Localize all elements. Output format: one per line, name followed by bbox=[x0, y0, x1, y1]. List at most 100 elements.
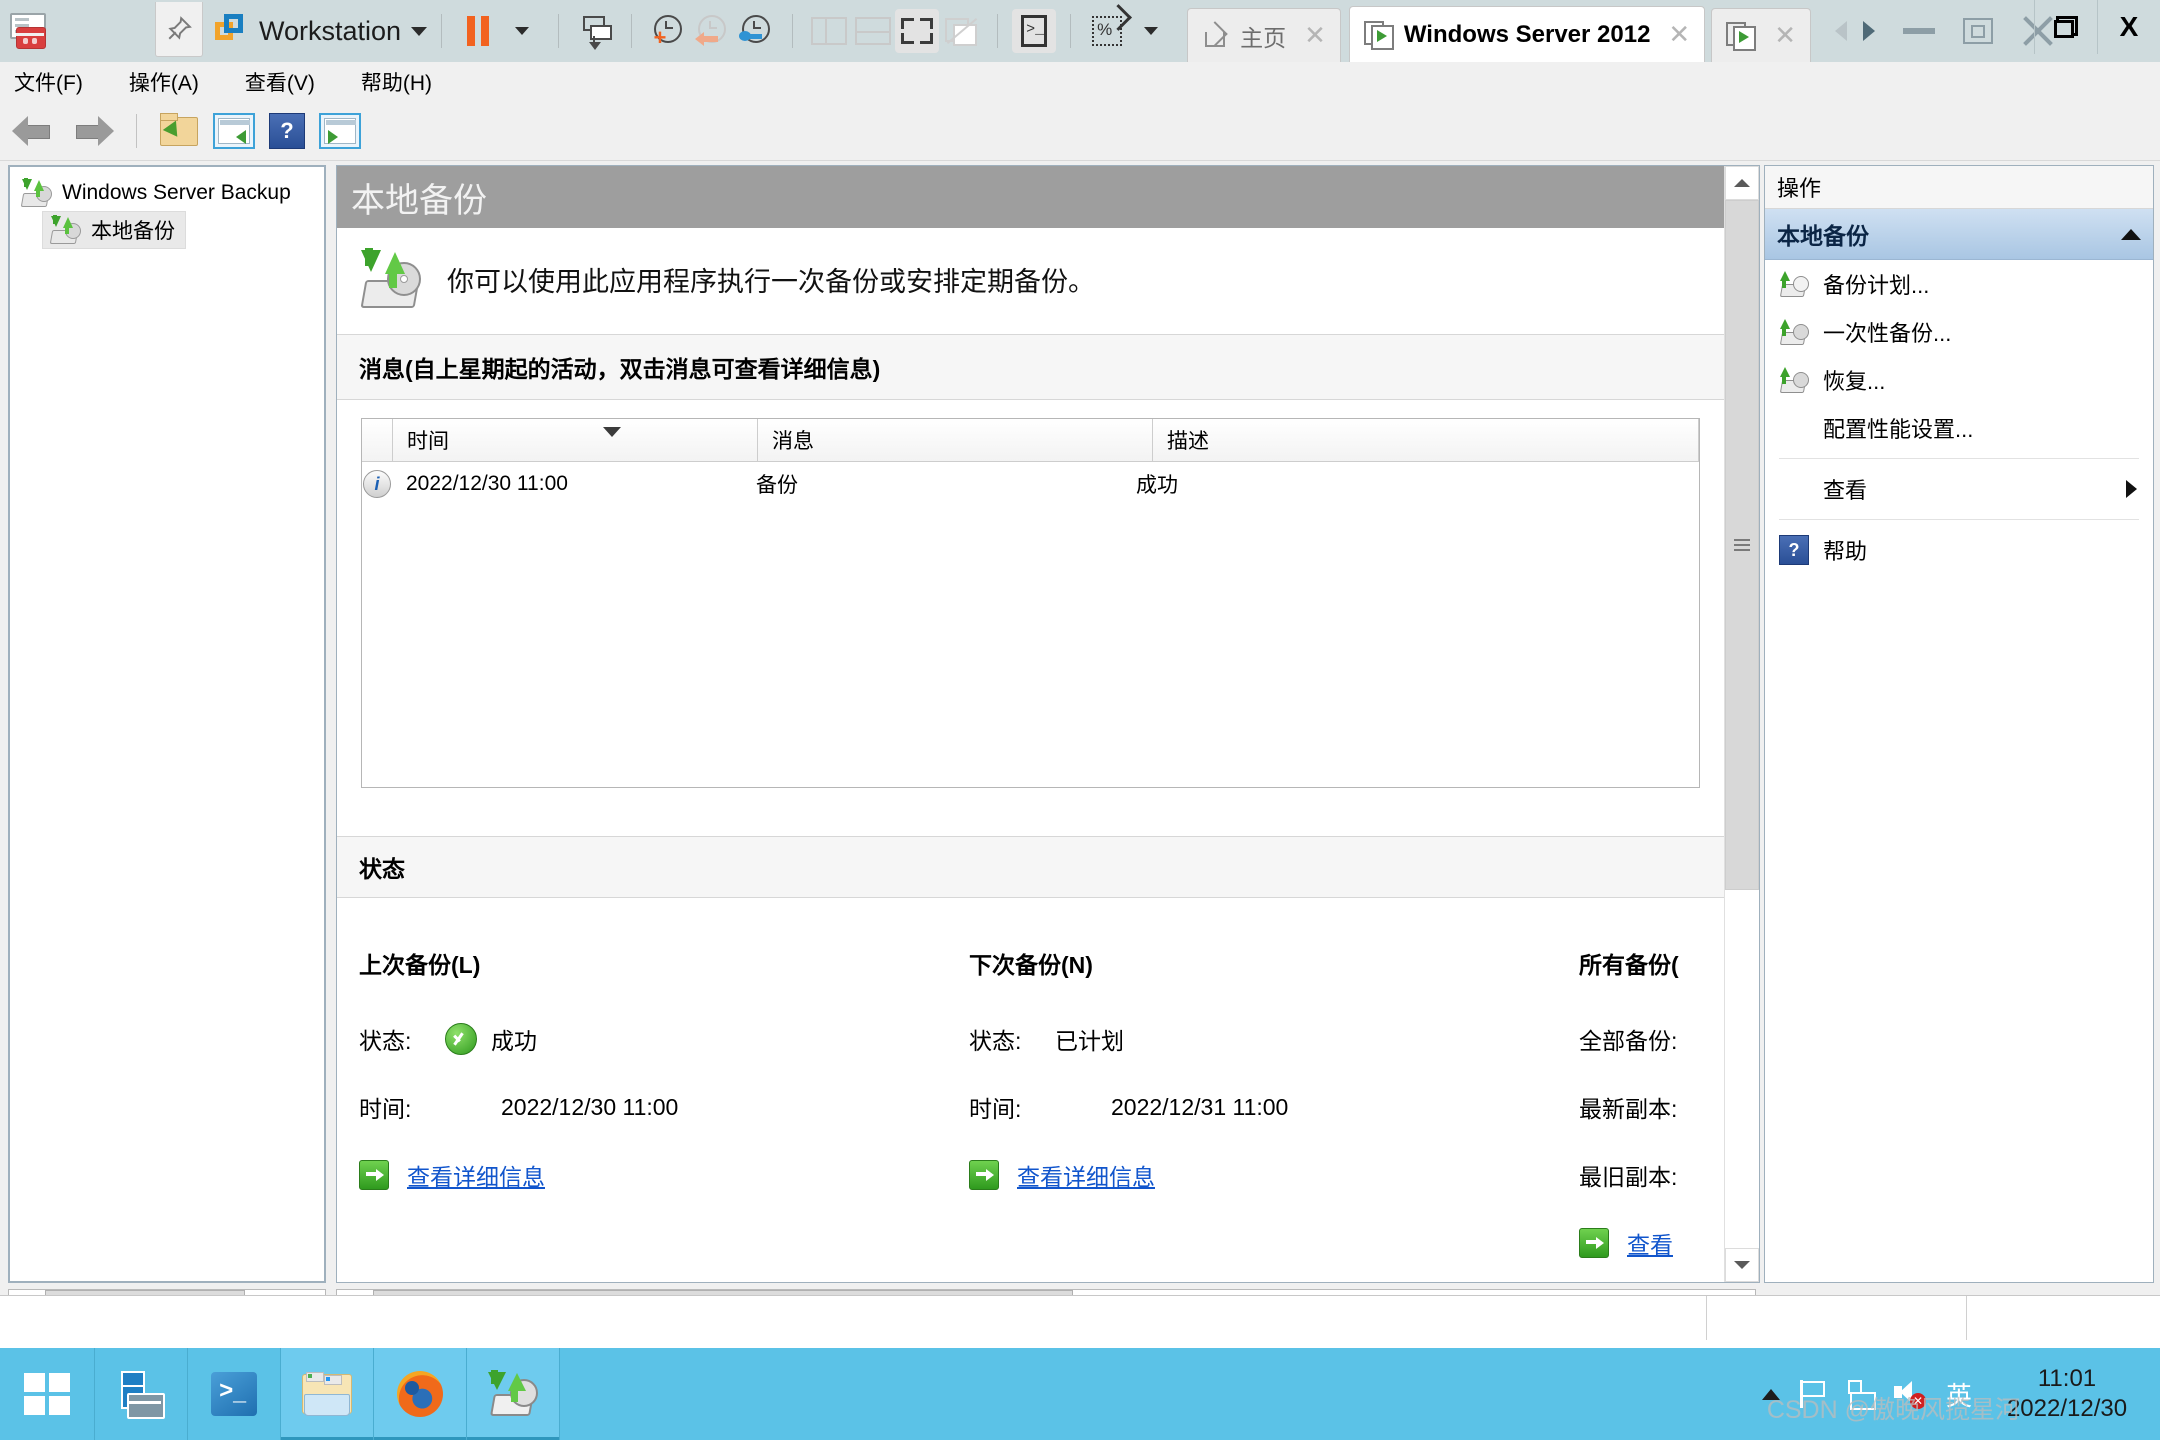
unity-mode-icon[interactable] bbox=[939, 9, 983, 53]
sort-descending-icon bbox=[603, 427, 621, 437]
action-backup-schedule[interactable]: 备份计划... bbox=[1765, 260, 2153, 308]
nav-back-icon[interactable] bbox=[1835, 21, 1848, 41]
action-backup-once[interactable]: 一次性备份... bbox=[1765, 308, 2153, 356]
show-folder-icon[interactable] bbox=[159, 113, 199, 149]
chevron-up-icon[interactable] bbox=[1725, 166, 1759, 200]
local-backup-view: 本地备份 你可以使用此应用程序执行一次备份或安排定期备份。 消息(自上星期起的活… bbox=[336, 165, 1760, 1283]
windows-start-icon[interactable] bbox=[0, 1348, 95, 1440]
stretch-guest-icon[interactable] bbox=[1085, 9, 1129, 53]
action-view[interactable]: 查看 bbox=[1765, 465, 2153, 513]
column-header-icon[interactable] bbox=[362, 419, 393, 461]
view-details-link-row[interactable]: 查看 bbox=[1579, 1226, 1724, 1260]
chevron-down-icon[interactable] bbox=[411, 26, 428, 36]
view-details-link[interactable]: 查看 bbox=[1627, 1226, 1673, 1260]
oldest-copy-label: 最旧副本: bbox=[1579, 1164, 1678, 1190]
console-icon[interactable] bbox=[1012, 9, 1057, 53]
guest-close-button[interactable]: X bbox=[2097, 0, 2160, 54]
vmware-titlebar: Workstation + 主页 ✕ bbox=[0, 0, 2160, 63]
chevron-up-icon[interactable] bbox=[2121, 228, 2141, 240]
time-row: 时间: 2022/12/30 11:00 bbox=[359, 1090, 969, 1124]
divider bbox=[792, 14, 794, 48]
nav-forward-icon[interactable] bbox=[1863, 21, 1876, 41]
action-help[interactable]: ? 帮助 bbox=[1765, 526, 2153, 574]
stretch-dropdown-icon[interactable] bbox=[1129, 9, 1173, 53]
back-arrow-icon[interactable] bbox=[12, 115, 56, 147]
column-title: 下次备份(N) bbox=[969, 952, 1093, 978]
tab-extra-vm[interactable]: ✕ bbox=[1711, 7, 1812, 63]
actions-group-label: 本地备份 bbox=[1777, 223, 1869, 249]
view-details-link-row[interactable]: 查看详细信息 bbox=[969, 1158, 1579, 1192]
view-details-link[interactable]: 查看详细信息 bbox=[1017, 1158, 1155, 1192]
close-icon[interactable]: ✕ bbox=[1668, 19, 1690, 50]
pause-vm-icon[interactable] bbox=[456, 9, 500, 53]
tab-home[interactable]: 主页 ✕ bbox=[1187, 7, 1341, 63]
snapshot-manager-icon[interactable] bbox=[734, 9, 778, 53]
fullscreen-icon[interactable] bbox=[895, 9, 940, 53]
column-header-message[interactable]: 消息 bbox=[758, 419, 1153, 461]
taskbar-item-powershell[interactable] bbox=[188, 1348, 281, 1440]
restore-icon bbox=[2054, 16, 2078, 38]
restore-icon[interactable] bbox=[1963, 18, 1994, 44]
time-row: 时间: 2022/12/31 11:00 bbox=[969, 1090, 1579, 1124]
view-details-link-row[interactable]: 查看详细信息 bbox=[359, 1158, 969, 1192]
backup-once-icon bbox=[1779, 319, 1809, 345]
tree-node-local-backup[interactable]: 本地备份 bbox=[42, 211, 186, 249]
column-header-description[interactable]: 描述 bbox=[1153, 419, 1699, 461]
status-value: 已计划 bbox=[1055, 1028, 1124, 1054]
column-title: 所有备份( bbox=[1579, 952, 1679, 978]
tree-node-label: Windows Server Backup bbox=[62, 181, 291, 204]
help-icon[interactable]: ? bbox=[269, 113, 305, 149]
workstation-product-menu[interactable]: Workstation bbox=[215, 14, 428, 48]
show-action-pane-icon[interactable] bbox=[319, 113, 361, 149]
main-vertical-scrollbar[interactable] bbox=[1724, 166, 1759, 1282]
tree-node-root[interactable]: Windows Server Backup bbox=[10, 175, 324, 211]
chevron-down-icon[interactable] bbox=[1725, 1248, 1759, 1282]
status-label: 状态: bbox=[359, 1028, 412, 1054]
close-icon: X bbox=[2119, 11, 2139, 42]
pin-icon[interactable] bbox=[155, 1, 203, 57]
taskbar-item-file-explorer[interactable] bbox=[281, 1348, 374, 1440]
divider bbox=[1779, 458, 2139, 459]
forward-arrow-icon[interactable] bbox=[70, 115, 114, 147]
vm-running-icon bbox=[1363, 21, 1394, 50]
main-pane: 本地备份 你可以使用此应用程序执行一次备份或安排定期备份。 消息(自上星期起的活… bbox=[332, 161, 1760, 1340]
column-header-label: 时间 bbox=[407, 430, 449, 453]
view-details-link[interactable]: 查看详细信息 bbox=[407, 1158, 545, 1192]
column-header-time[interactable]: 时间 bbox=[393, 419, 758, 461]
table-row[interactable]: i 2022/12/30 11:00 备份 成功 bbox=[362, 462, 1699, 506]
taskbar-item-firefox[interactable] bbox=[374, 1348, 467, 1440]
pause-dropdown-icon[interactable] bbox=[500, 9, 544, 53]
menu-bar: 文件(F) 操作(A) 查看(V) 帮助(H) bbox=[0, 62, 2160, 102]
help-icon: ? bbox=[1779, 535, 1809, 565]
tab-windows-server-2012[interactable]: Windows Server 2012 ✕ bbox=[1348, 5, 1706, 63]
taskbar-item-windows-server-backup[interactable] bbox=[467, 1348, 560, 1440]
close-icon[interactable]: ✕ bbox=[1304, 20, 1326, 51]
taskbar-item-server-manager[interactable] bbox=[95, 1348, 188, 1440]
backup-icon bbox=[20, 178, 52, 207]
console-tree[interactable]: Windows Server Backup 本地备份 bbox=[8, 165, 326, 1283]
minimize-icon[interactable] bbox=[1903, 28, 1936, 34]
action-label: 配置性能设置... bbox=[1823, 417, 1974, 442]
home-icon bbox=[1202, 23, 1230, 49]
chevron-right-icon[interactable] bbox=[2126, 480, 2137, 498]
menu-view[interactable]: 查看(V) bbox=[245, 67, 315, 97]
revert-snapshot-icon[interactable] bbox=[690, 9, 734, 53]
menu-file[interactable]: 文件(F) bbox=[14, 67, 83, 97]
show-console-tree-icon[interactable] bbox=[213, 113, 255, 149]
time-label: 时间: bbox=[359, 1096, 412, 1122]
action-configure-performance-settings[interactable]: 配置性能设置... bbox=[1765, 404, 2153, 452]
action-recover[interactable]: 恢复... bbox=[1765, 356, 2153, 404]
cell-description: 成功 bbox=[1136, 474, 1178, 497]
scroll-thumb[interactable] bbox=[1725, 200, 1759, 890]
messages-list[interactable]: 时间 消息 描述 i 2022/12/30 11:00 备份 成功 bbox=[361, 418, 1700, 788]
divider bbox=[136, 114, 137, 148]
layout-sidebar-icon[interactable] bbox=[807, 9, 851, 53]
menu-help[interactable]: 帮助(H) bbox=[361, 67, 432, 97]
close-icon[interactable]: ✕ bbox=[1774, 20, 1796, 51]
snapshot-icon[interactable] bbox=[573, 9, 617, 53]
take-snapshot-icon[interactable]: + bbox=[646, 9, 690, 53]
guest-restore-button[interactable] bbox=[2034, 0, 2097, 54]
actions-group-local-backup[interactable]: 本地备份 bbox=[1765, 209, 2153, 260]
menu-action[interactable]: 操作(A) bbox=[129, 67, 199, 97]
layout-bottom-icon[interactable] bbox=[851, 9, 895, 53]
